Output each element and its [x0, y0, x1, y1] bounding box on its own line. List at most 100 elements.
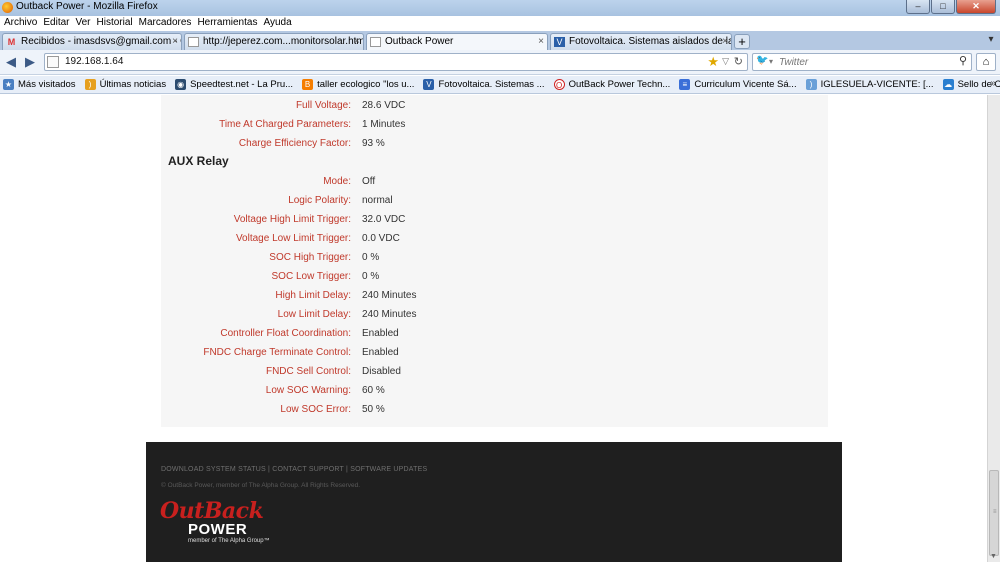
outback-power-logo: OutBack POWER member of The Alpha Group™	[160, 500, 290, 550]
tab-strip: M Recibidos - imasdsvs@gmail.com - G... …	[0, 31, 1000, 51]
search-engine-dropdown-icon[interactable]: ▾	[769, 57, 773, 66]
menu-bar: Archivo Editar Ver Historial Marcadores …	[0, 16, 292, 30]
twitter-icon[interactable]: 🐦	[756, 55, 768, 66]
tab-list-icon[interactable]: ▾	[985, 34, 997, 48]
bookmark-label: Últimas noticias	[99, 79, 167, 90]
bookmark-iglesuela[interactable]: ) IGLESUELA-VICENTE: [...	[805, 79, 934, 90]
bookmark-star-icon[interactable]: ★	[707, 54, 719, 70]
setting-row: Voltage Low Limit Trigger: 0.0 VDC	[161, 229, 828, 248]
fotovoltaica-icon: V	[554, 37, 565, 47]
setting-row: High Limit Delay: 240 Minutes	[161, 286, 828, 305]
menu-historial[interactable]: Historial	[97, 16, 133, 30]
setting-label: SOC Low Trigger:	[271, 271, 351, 282]
setting-value: Enabled	[362, 328, 399, 339]
close-tab-icon[interactable]: ×	[722, 34, 728, 50]
reload-icon[interactable]: ↻	[734, 55, 743, 68]
menu-herramientas[interactable]: Herramientas	[197, 16, 257, 30]
setting-label: High Limit Delay:	[275, 290, 351, 301]
menu-marcadores[interactable]: Marcadores	[139, 16, 192, 30]
tab-outback-power[interactable]: Outback Power ×	[366, 33, 548, 51]
setting-label: Full Voltage:	[295, 100, 351, 111]
setting-value: 240 Minutes	[362, 290, 417, 301]
url-bar[interactable]: 192.168.1.64 ★ ▽ ↻	[44, 53, 748, 71]
setting-label: Low SOC Error:	[280, 404, 351, 415]
site-footer: DOWNLOAD SYSTEM STATUS | CONTACT SUPPORT…	[146, 442, 842, 562]
site-identity-icon[interactable]	[47, 56, 59, 68]
search-icon[interactable]: ⚲	[959, 54, 967, 67]
setting-value: normal	[362, 195, 393, 206]
setting-row: Voltage High Limit Trigger: 32.0 VDC	[161, 210, 828, 229]
search-bar[interactable]: 🐦 ▾ ⚲	[752, 53, 972, 71]
minimize-button[interactable]: –	[906, 0, 930, 14]
tab-label: Fotovoltaica. Sistemas aislados de la r.…	[569, 36, 732, 47]
close-tab-icon[interactable]: ×	[172, 34, 178, 50]
setting-label: Low SOC Warning:	[265, 385, 351, 396]
bookmark-outback-power[interactable]: O OutBack Power Techn...	[553, 79, 671, 90]
menu-ver[interactable]: Ver	[75, 16, 90, 30]
setting-value: Disabled	[362, 366, 401, 377]
setting-value: 93 %	[362, 138, 385, 149]
scroll-down-icon[interactable]: ▼	[990, 553, 997, 560]
setting-label: Charge Efficiency Factor:	[238, 138, 351, 149]
setting-row: SOC High Trigger: 0 %	[161, 248, 828, 267]
bookmark-label: OutBack Power Techn...	[568, 79, 671, 90]
setting-row: FNDC Sell Control: Disabled	[161, 362, 828, 381]
tab-label: Recibidos - imasdsvs@gmail.com - G...	[21, 36, 182, 47]
url-text[interactable]: 192.168.1.64	[65, 56, 123, 67]
bookmark-taller-ecologico[interactable]: Btaller ecologico "los u...	[302, 79, 414, 90]
bookmark-curriculum[interactable]: ≡ Curriculum Vicente Sá...	[679, 79, 797, 90]
tab-fotovoltaica[interactable]: V Fotovoltaica. Sistemas aislados de la …	[550, 33, 732, 50]
search-input[interactable]	[779, 55, 939, 69]
firefox-icon	[2, 2, 13, 13]
software-updates-link[interactable]: SOFTWARE UPDATES	[350, 466, 427, 473]
settings-panel: Full Voltage: 28.6 VDC Time At Charged Pa…	[161, 95, 828, 427]
bookmark-ultimas-noticias[interactable]: ) Últimas noticias	[84, 79, 167, 90]
navigation-bar: ◀ ▶ 192.168.1.64 ★ ▽ ↻ 🐦 ▾ ⚲ ⌂	[0, 50, 1000, 75]
bookmark-mas-visitados[interactable]: ★ Más visitados	[3, 79, 76, 90]
menu-editar[interactable]: Editar	[43, 16, 69, 30]
setting-row: Time At Charged Parameters: 1 Minutes	[161, 115, 828, 134]
speedtest-icon: ◉	[175, 79, 187, 90]
setting-value: 1 Minutes	[362, 119, 406, 130]
setting-row: Low SOC Error: 50 %	[161, 400, 828, 419]
home-icon[interactable]: ⌂	[976, 53, 996, 71]
bookmark-speedtest[interactable]: ◉ Speedtest.net - La Pru...	[175, 79, 293, 90]
most-visited-icon: ★	[3, 79, 14, 90]
page-icon	[370, 37, 381, 47]
back-icon[interactable]: ◀	[6, 54, 22, 70]
close-window-button[interactable]: ✕	[956, 0, 996, 14]
tab-jeperez[interactable]: http://jeperez.com...monitorsolar.html ×	[184, 33, 364, 50]
setting-row: Logic Polarity: normal	[161, 191, 828, 210]
new-tab-button[interactable]: +	[734, 34, 750, 49]
seal-icon: ☁	[942, 79, 954, 90]
menu-archivo[interactable]: Archivo	[4, 16, 37, 30]
download-system-status-link[interactable]: DOWNLOAD SYSTEM STATUS	[161, 466, 266, 473]
bookmark-label: taller ecologico "los u...	[317, 79, 415, 90]
close-tab-icon[interactable]: ×	[538, 34, 544, 50]
maximize-button[interactable]: □	[931, 0, 955, 14]
setting-row: Controller Float Coordination: Enabled	[161, 324, 828, 343]
copyright-text: © OutBack Power, member of The Alpha Gro…	[161, 482, 361, 489]
logo-member-text: member of The Alpha Group™	[188, 538, 270, 544]
forward-icon[interactable]: ▶	[25, 54, 41, 70]
tab-gmail[interactable]: M Recibidos - imasdsvs@gmail.com - G... …	[2, 33, 182, 50]
setting-label: Mode:	[323, 176, 351, 187]
contact-support-link[interactable]: CONTACT SUPPORT	[272, 466, 344, 473]
setting-value: 240 Minutes	[362, 309, 417, 320]
menu-ayuda[interactable]: Ayuda	[263, 16, 291, 30]
history-dropdown-icon[interactable]: ▽	[722, 56, 729, 67]
setting-row: Mode: Off	[161, 172, 828, 191]
more-bookmarks-icon[interactable]: »	[990, 78, 996, 89]
logo-outback-text: OutBack	[160, 498, 264, 524]
tab-label: Outback Power	[385, 36, 454, 47]
setting-value: Off	[362, 176, 376, 187]
page-scrollbar[interactable]: ≡ ▼	[987, 95, 1000, 562]
bookmark-fotovoltaica[interactable]: V Fotovoltaica. Sistemas ...	[423, 79, 545, 90]
scrollbar-thumb[interactable]: ≡	[989, 470, 999, 556]
bookmark-label: Más visitados	[18, 79, 76, 90]
setting-label: FNDC Sell Control:	[265, 366, 351, 377]
logo-power-text: POWER	[188, 521, 248, 538]
setting-value: 28.6 VDC	[362, 100, 406, 111]
close-tab-icon[interactable]: ×	[354, 34, 360, 50]
setting-row: Charge Efficiency Factor: 93 %	[161, 134, 828, 153]
